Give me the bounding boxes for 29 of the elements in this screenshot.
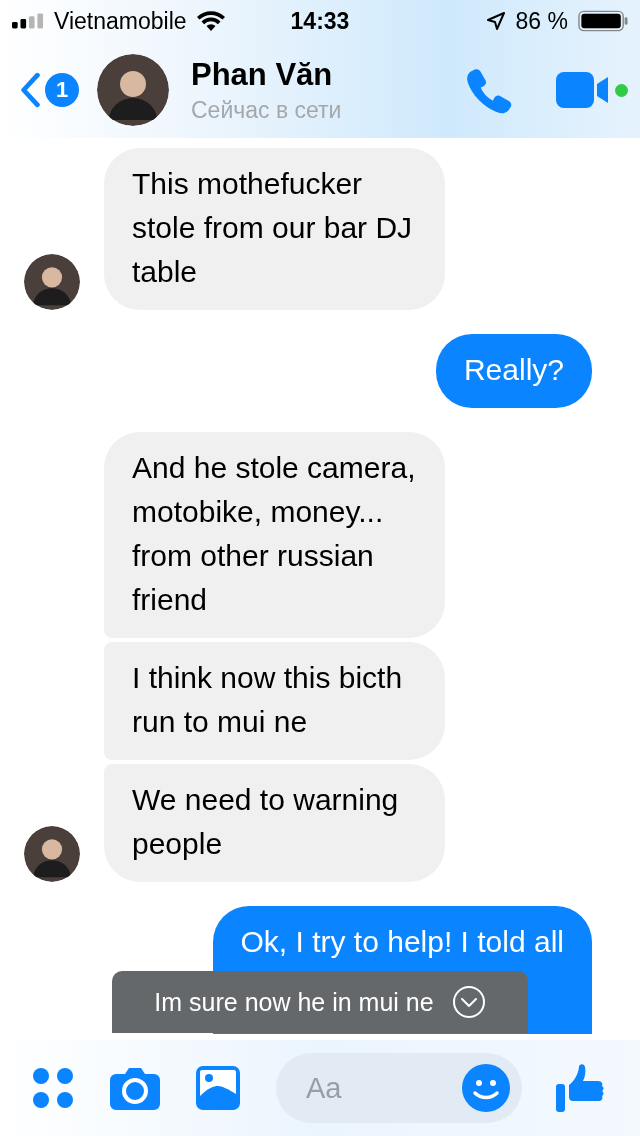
message-bubble: Really? [435,334,592,408]
message-bubble: This mothefucker stole from our bar DJ table [104,148,445,310]
clock-time: 14:33 [290,7,350,35]
avatar[interactable] [24,826,80,882]
battery-percent: 86 % [515,7,568,35]
thumbs-up-button[interactable] [556,1063,604,1113]
message-bubble: And he stole camera, motobike, money... from other russian friend [104,432,445,638]
wifi-icon [196,11,225,31]
location-arrow-icon [485,11,506,31]
chevron-down-icon [451,985,486,1019]
message-preview-banner[interactable]: Im sure now he in mui ne [112,971,528,1033]
message-bubble: I think now this bicth run to mui ne [104,642,445,760]
preview-text: Im sure now he in mui ne [154,987,434,1017]
contact-name: Phan Văn [191,56,334,93]
chevron-left-icon [18,72,42,108]
gallery-button[interactable] [196,1066,240,1110]
battery-icon [578,10,628,32]
call-button[interactable] [464,66,512,114]
presence-status: Сейчас в сети [191,96,343,124]
avatar[interactable] [24,254,80,310]
more-apps-button[interactable] [32,1067,74,1109]
camera-button[interactable] [110,1066,160,1110]
avatar[interactable] [97,54,169,126]
message-field[interactable]: Aa [276,1053,522,1123]
carrier-name: Vietnamobile [54,7,187,35]
video-call-button[interactable] [556,72,610,108]
emoji-icon[interactable] [462,1064,510,1112]
message-bubble: We need to warning people [104,764,445,882]
signal-icon [12,13,44,29]
